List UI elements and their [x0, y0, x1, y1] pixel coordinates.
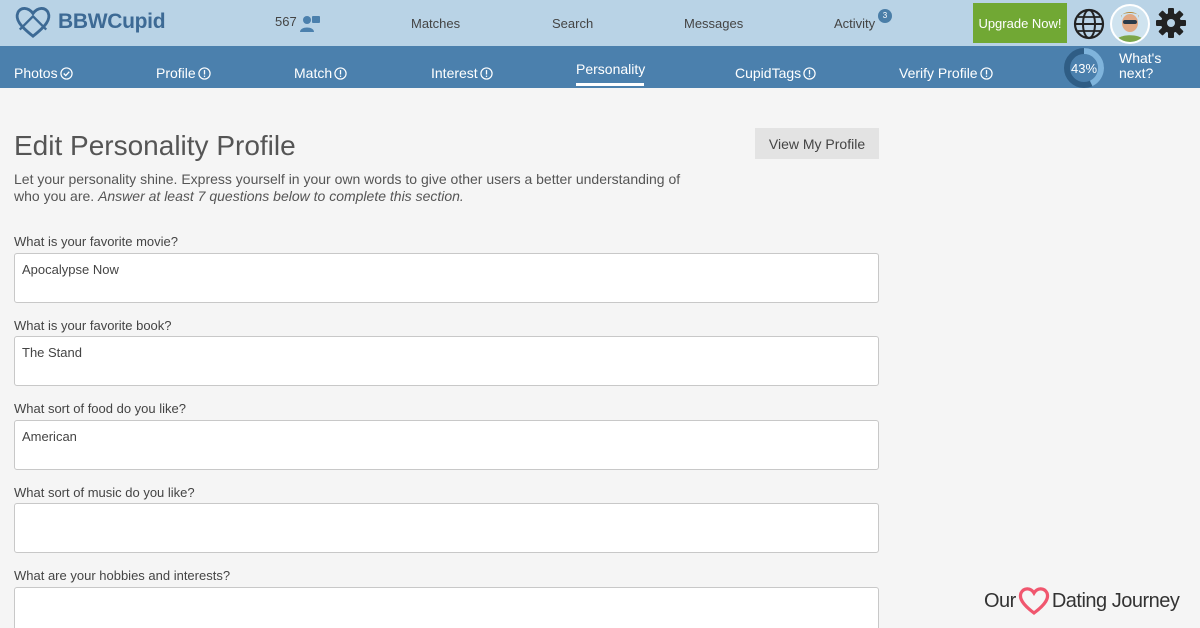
gear-icon[interactable] [1155, 7, 1187, 39]
nav-messages[interactable]: Messages [684, 16, 743, 31]
intro-hint: Answer at least 7 questions below to com… [98, 188, 464, 204]
answer-field-food[interactable]: American [14, 420, 879, 470]
tab-verify-profile[interactable]: Verify Profile [899, 65, 993, 81]
alert-circle-icon [198, 66, 211, 80]
alert-circle-icon [334, 66, 347, 80]
alert-circle-icon [803, 66, 816, 80]
app-name: BBWCupid [58, 10, 166, 33]
question-label-movie: What is your favorite movie? [14, 234, 179, 249]
tab-photos-label: Photos [14, 65, 58, 81]
answer-field-book[interactable]: The Stand [14, 336, 879, 386]
tab-cupidtags-label: CupidTags [735, 65, 802, 81]
answer-field-movie[interactable]: Apocalypse Now [14, 253, 879, 303]
nav-activity[interactable]: Activity [834, 16, 875, 31]
tab-verify-profile-label: Verify Profile [899, 65, 978, 81]
logo[interactable]: BBWCupid [14, 5, 166, 39]
answer-field-music[interactable] [14, 503, 879, 553]
upgrade-button[interactable]: Upgrade Now! [973, 3, 1067, 43]
view-my-profile-button[interactable]: View My Profile [755, 128, 879, 159]
tab-profile-label: Profile [156, 65, 196, 81]
question-label-book: What is your favorite book? [14, 318, 172, 333]
tab-match[interactable]: Match [294, 65, 347, 81]
tab-interest[interactable]: Interest [431, 65, 493, 81]
nav-matches[interactable]: Matches [411, 16, 460, 31]
question-label-music: What sort of music do you like? [14, 485, 195, 500]
alert-circle-icon [979, 66, 993, 80]
question-label-hobbies: What are your hobbies and interests? [14, 568, 231, 583]
tab-photos[interactable]: Photos [14, 65, 73, 81]
nav-search[interactable]: Search [552, 16, 593, 31]
watermark-right-text: Dating Journey [1051, 589, 1180, 612]
online-count-number: 567 [275, 14, 297, 29]
tab-personality[interactable]: Personality [576, 61, 645, 77]
alert-circle-icon [480, 66, 493, 80]
tab-match-label: Match [294, 65, 333, 81]
top-bar: BBWCupid 567 Matches Search Messages Act… [0, 0, 1200, 46]
active-tab-indicator [576, 83, 644, 86]
profile-progress-value: 43% [1070, 61, 1098, 76]
check-circle-icon [59, 66, 73, 80]
whats-next-link[interactable]: What's next? [1119, 51, 1179, 81]
watermark-left-text: Our [984, 589, 1016, 612]
heart-icon [1018, 587, 1049, 615]
intro-text: Let your personality shine. Express your… [14, 171, 694, 205]
question-label-food: What sort of food do you like? [14, 401, 186, 416]
avatar[interactable] [1110, 4, 1150, 44]
tab-cupidtags[interactable]: CupidTags [735, 65, 816, 81]
tab-interest-label: Interest [431, 65, 478, 81]
activity-badge: 3 [878, 9, 892, 23]
profile-subnav: Photos Profile Match Interest Personalit… [0, 46, 1200, 88]
users-icon [299, 16, 320, 32]
heart-logo-icon [15, 7, 51, 38]
online-count[interactable]: 567 [275, 13, 320, 33]
answer-field-hobbies[interactable] [14, 587, 879, 628]
watermark-logo: Our Dating Journey [984, 587, 1180, 615]
page-title: Edit Personality Profile [14, 130, 296, 161]
tab-profile[interactable]: Profile [156, 65, 211, 81]
globe-icon[interactable] [1073, 8, 1105, 40]
user-photo-icon [1112, 6, 1148, 42]
